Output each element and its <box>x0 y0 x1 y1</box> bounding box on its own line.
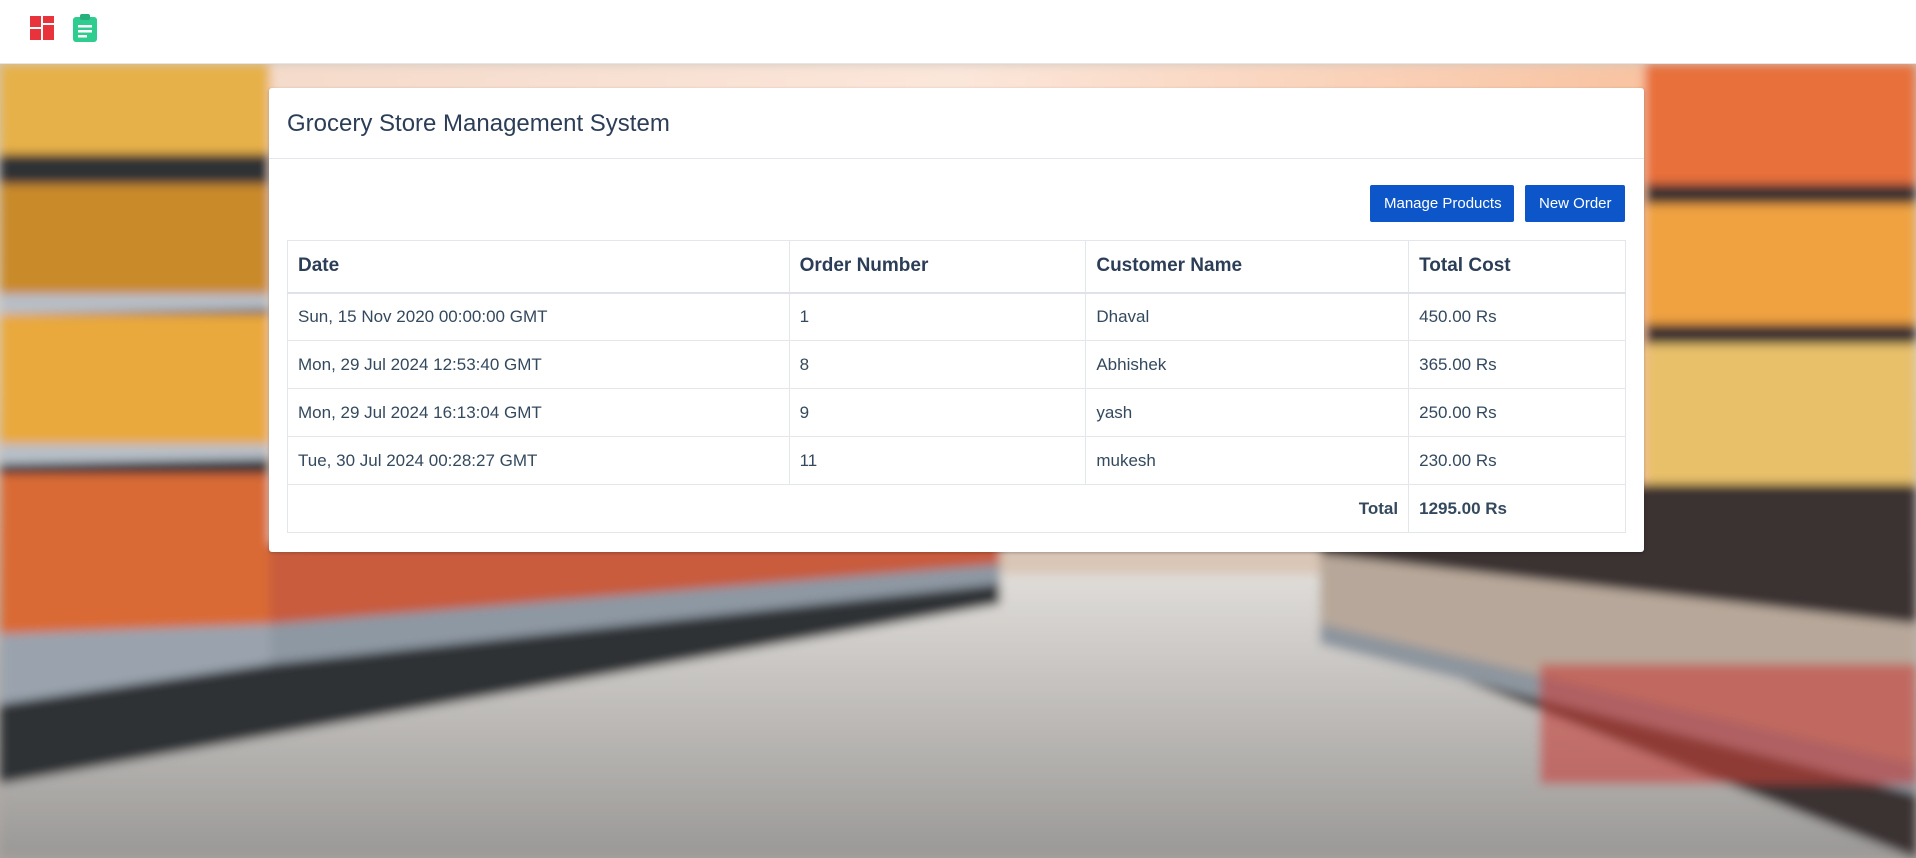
cell-date: Tue, 30 Jul 2024 00:28:27 GMT <box>287 436 790 485</box>
table-header-row: Date Order Number Customer Name Total Co… <box>287 240 1626 294</box>
cell-order-number: 11 <box>788 436 1087 485</box>
cell-order-number: 9 <box>788 388 1087 437</box>
table-row: Mon, 29 Jul 2024 12:53:40 GMT 8 Abhishek… <box>287 340 1626 389</box>
cell-customer-name: mukesh <box>1085 436 1410 485</box>
cell-date: Sun, 15 Nov 2020 00:00:00 GMT <box>287 292 790 341</box>
column-header-customer-name[interactable]: Customer Name <box>1085 240 1410 294</box>
manage-products-button[interactable]: Manage Products <box>1370 185 1514 222</box>
table-row: Sun, 15 Nov 2020 00:00:00 GMT 1 Dhaval 4… <box>287 292 1626 341</box>
column-header-date[interactable]: Date <box>287 240 790 294</box>
top-navbar <box>0 0 1916 64</box>
cell-order-number: 1 <box>788 292 1087 341</box>
card-header: Grocery Store Management System <box>269 88 1644 159</box>
column-header-order-number[interactable]: Order Number <box>788 240 1087 294</box>
column-header-total-cost[interactable]: Total Cost <box>1408 240 1626 294</box>
cell-customer-name: Dhaval <box>1085 292 1410 341</box>
orders-table: Date Order Number Customer Name Total Co… <box>286 240 1626 533</box>
cell-customer-name: Abhishek <box>1085 340 1410 389</box>
table-row: Tue, 30 Jul 2024 00:28:27 GMT 11 mukesh … <box>287 436 1626 485</box>
dashboard-grid-icon[interactable] <box>30 16 54 40</box>
table-row: Mon, 29 Jul 2024 16:13:04 GMT 9 yash 250… <box>287 388 1626 437</box>
cell-total-cost: 250.00 Rs <box>1408 388 1626 437</box>
page-title: Grocery Store Management System <box>287 110 670 137</box>
cell-total-cost: 365.00 Rs <box>1408 340 1626 389</box>
total-label: Total <box>286 484 1410 533</box>
cell-total-cost: 450.00 Rs <box>1408 292 1626 341</box>
cell-order-number: 8 <box>788 340 1087 389</box>
clipboard-icon[interactable] <box>72 13 98 43</box>
cell-date: Mon, 29 Jul 2024 16:13:04 GMT <box>287 388 790 437</box>
orders-card: Grocery Store Management System Manage P… <box>269 88 1644 552</box>
cell-customer-name: yash <box>1085 388 1410 437</box>
cell-date: Mon, 29 Jul 2024 12:53:40 GMT <box>287 340 790 389</box>
table-total-row: Total 1295.00 Rs <box>286 484 1626 533</box>
new-order-button[interactable]: New Order <box>1525 185 1625 222</box>
cell-total-cost: 230.00 Rs <box>1408 436 1626 485</box>
total-value: 1295.00 Rs <box>1408 484 1626 533</box>
